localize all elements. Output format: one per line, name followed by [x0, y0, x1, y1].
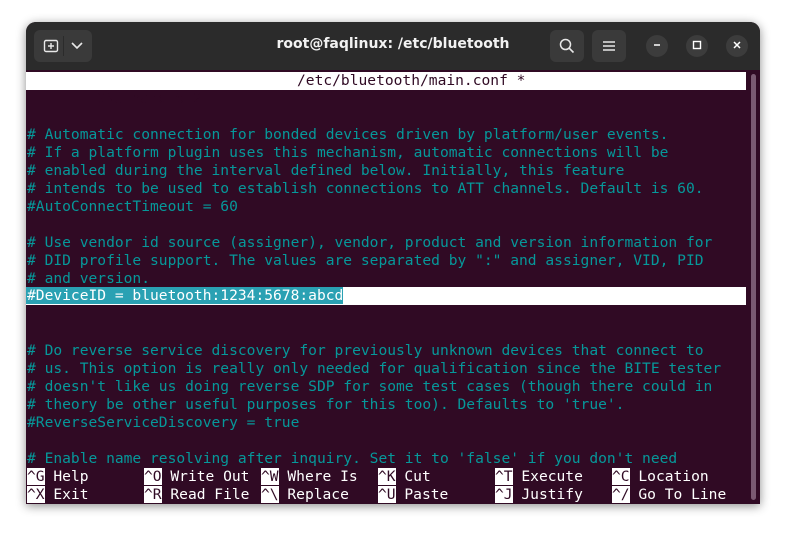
search-button[interactable] [550, 30, 584, 62]
shortcut-label: Help [53, 468, 89, 485]
shortcut-item[interactable]: ^R Read File [144, 486, 249, 504]
editor-line: # doesn't like us doing reverse SDP for … [27, 378, 713, 395]
title-bar: root@faqlinux: /etc/bluetooth [26, 22, 760, 70]
shortcut-label: Where Is [287, 468, 358, 485]
editor-line: #ReverseServiceDiscovery = true [27, 414, 300, 431]
shortcut-label: Cut [404, 468, 431, 485]
shortcut-item[interactable]: ^C Location [612, 468, 709, 486]
shortcut-item[interactable]: ^T Execute [495, 468, 583, 486]
minimize-icon [652, 37, 662, 55]
shortcut-label: Write Out [170, 468, 250, 485]
editor-line: # Do reverse service discovery for previ… [27, 342, 704, 359]
editor-line: # us. This option is really only needed … [27, 360, 722, 377]
shortcut-key: ^W [261, 468, 279, 485]
minimize-button[interactable] [646, 35, 668, 57]
editor-line: # theory be other useful purposes for th… [27, 396, 625, 413]
nano-header-bar: GNU nano 6.2 /etc/bluetooth/main.conf * [26, 72, 746, 107]
nano-version: GNU nano 6.2 [78, 90, 202, 107]
shortcut-key: ^J [495, 486, 513, 503]
editor-line: # and version. [27, 270, 151, 287]
shortcut-key: ^G [27, 468, 45, 485]
shortcut-label: Paste [404, 486, 449, 503]
scrollbar[interactable] [751, 74, 756, 500]
editor-line: # intends to be used to establish connec… [27, 180, 704, 197]
shortcut-key: ^X [27, 486, 45, 503]
shortcut-label: Exit [53, 486, 89, 503]
shortcut-label: Replace [287, 486, 349, 503]
shortcut-label: Go To Line [638, 486, 727, 503]
shortcut-item[interactable]: ^/ Go To Line [612, 486, 726, 504]
shortcut-item[interactable]: ^X Exit [27, 486, 89, 504]
shortcut-item[interactable]: ^W Where Is [261, 468, 358, 486]
shortcut-item[interactable]: ^J Justify [495, 486, 583, 504]
shortcut-key: ^R [144, 486, 162, 503]
shortcut-key: ^K [378, 468, 396, 485]
hamburger-icon [602, 40, 616, 52]
shortcut-key: ^O [144, 468, 162, 485]
editor-line: # If a platform plugin uses this mechani… [27, 144, 669, 161]
editor-line: # Use vendor id source (assigner), vendo… [27, 234, 713, 251]
shortcut-label: Execute [521, 468, 583, 485]
shortcut-item[interactable]: ^G Help [27, 468, 89, 486]
terminal-window: root@faqlinux: /etc/bluetooth GNU nano 6… [26, 22, 760, 504]
editor-line: # Automatic connection for bonded device… [27, 126, 669, 143]
shortcut-item[interactable]: ^K Cut [378, 468, 431, 486]
shortcut-key: ^C [612, 468, 630, 485]
shortcut-key: ^/ [612, 486, 630, 503]
selected-text: #DeviceID = bluetooth:1234:5678:abcd [26, 287, 344, 304]
shortcut-label: Location [638, 468, 709, 485]
shortcut-item[interactable]: ^\ Replace [261, 486, 349, 504]
shortcut-label: Read File [170, 486, 250, 503]
shortcut-key: ^T [495, 468, 513, 485]
shortcut-key: ^\ [261, 486, 279, 503]
current-line-highlight: #DeviceID = bluetooth:1234:5678:abcd [26, 287, 746, 305]
shortcut-item[interactable]: ^U Paste [378, 486, 448, 504]
nano-filename: /etc/bluetooth/main.conf * [297, 72, 526, 89]
maximize-button[interactable] [686, 35, 708, 57]
search-icon [559, 38, 575, 54]
editor-line: # DID profile support. The values are se… [27, 252, 704, 269]
editor-line: # Enable name resolving after inquiry. S… [27, 450, 678, 467]
shortcut-key: ^U [378, 486, 396, 503]
editor-line: #AutoConnectTimeout = 60 [27, 198, 238, 215]
terminal-area[interactable]: GNU nano 6.2 /etc/bluetooth/main.conf * … [26, 70, 760, 504]
shortcut-label: Justify [521, 486, 583, 503]
close-icon [732, 37, 742, 55]
maximize-icon [692, 37, 702, 55]
editor-line: # enabled during the interval defined be… [27, 162, 625, 179]
menu-button[interactable] [592, 30, 626, 62]
close-button[interactable] [726, 35, 748, 57]
shortcut-item[interactable]: ^O Write Out [144, 468, 249, 486]
